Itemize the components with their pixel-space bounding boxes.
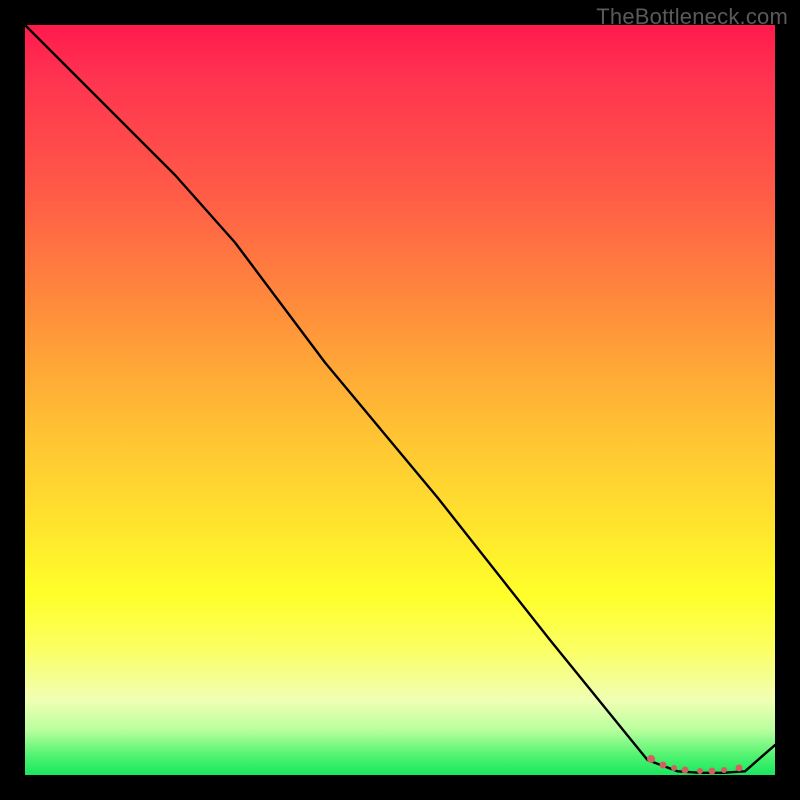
curve-marker (709, 767, 716, 774)
curve-marker (659, 761, 666, 768)
curve-marker (697, 768, 703, 774)
chart-frame: TheBottleneck.com (0, 0, 800, 800)
marker-layer (25, 25, 775, 775)
curve-marker (721, 767, 727, 773)
attribution-text: TheBottleneck.com (596, 4, 788, 30)
curve-marker (682, 766, 689, 773)
curve-marker (736, 765, 743, 772)
curve-marker (647, 755, 655, 763)
plot-area (25, 25, 775, 775)
curve-marker (671, 765, 677, 771)
